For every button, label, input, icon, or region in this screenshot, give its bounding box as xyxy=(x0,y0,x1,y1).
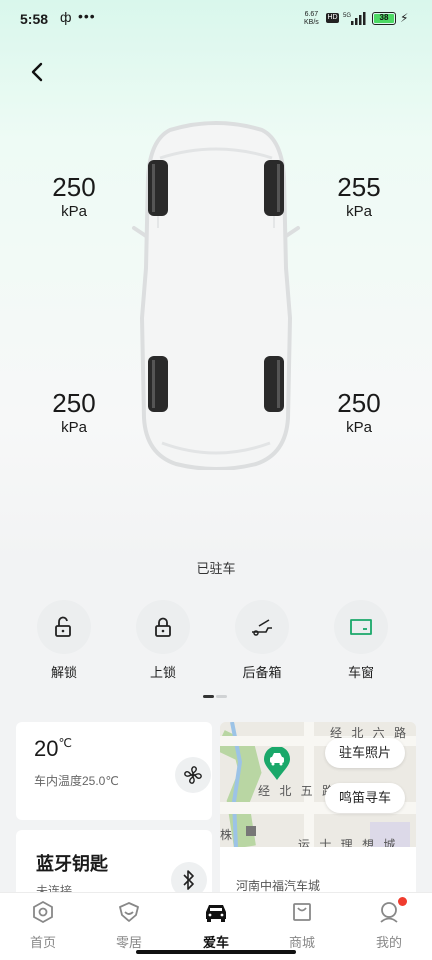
tab-profile[interactable]: 我的 xyxy=(354,899,424,951)
honk-find-car-button[interactable]: 鸣笛寻车 xyxy=(325,783,406,813)
trunk-button[interactable]: 后备箱 xyxy=(222,600,302,681)
wheel-front-right xyxy=(264,160,284,216)
bluetooth-key-card[interactable]: 蓝牙钥匙 未连接 xyxy=(16,830,212,900)
bluetooth-key-title: 蓝牙钥匙 xyxy=(36,854,108,874)
wheel-rear-left xyxy=(148,356,168,412)
fan-icon xyxy=(184,766,202,784)
set-temperature: 20℃ xyxy=(34,736,72,761)
signal-icon: 5G xyxy=(343,12,366,25)
tab-community[interactable]: 零居 xyxy=(94,899,164,951)
status-time: 5:58 xyxy=(20,11,49,27)
home-icon xyxy=(33,900,53,924)
more-notifications-icon: ••• xyxy=(78,8,96,24)
car-icon xyxy=(206,905,226,922)
app-notification-icon: ф xyxy=(60,9,72,25)
lock-button[interactable]: 上锁 xyxy=(123,600,203,681)
lock-icon xyxy=(155,617,171,637)
home-indicator xyxy=(136,950,296,954)
status-bar: 5:58 ф ••• 6.67 KB/s HD 5G 38 ⚡ xyxy=(0,0,432,38)
bluetooth-icon xyxy=(183,870,194,890)
network-speed: 6.67 KB/s xyxy=(304,11,319,26)
window-icon xyxy=(350,619,372,635)
tab-shop[interactable]: 商城 xyxy=(267,899,337,951)
notification-badge xyxy=(398,897,407,906)
battery-icon: 38 xyxy=(372,12,396,25)
quick-controls: 解锁 上锁 后备箱 车窗 xyxy=(0,600,432,680)
back-button[interactable] xyxy=(26,60,50,84)
inside-temperature: 车内温度25.0℃ xyxy=(34,774,119,788)
charging-icon: ⚡ xyxy=(400,11,409,25)
unlock-button[interactable]: 解锁 xyxy=(24,600,104,681)
poi-label: 株 xyxy=(220,828,236,842)
unlock-icon xyxy=(55,616,71,637)
tire-pressure-rear-left: 250 kPa xyxy=(52,388,96,436)
hd-icon: HD xyxy=(326,13,339,23)
fan-button[interactable] xyxy=(175,757,211,793)
tab-home[interactable]: 首页 xyxy=(8,899,78,951)
tire-pressure-front-right: 255 kPa xyxy=(337,172,381,220)
tire-pressure-front-left: 250 kPa xyxy=(52,172,96,220)
vehicle-status: 已驻车 xyxy=(196,561,236,576)
parking-photo-button[interactable]: 驻车照片 xyxy=(325,738,406,768)
wheel-rear-right xyxy=(264,356,284,412)
svg-text:5G: 5G xyxy=(343,13,351,19)
tire-pressure-rear-right: 250 kPa xyxy=(337,388,381,436)
window-button[interactable]: 车窗 xyxy=(321,600,401,681)
wheel-front-left xyxy=(148,160,168,216)
page-indicator xyxy=(203,695,227,698)
trunk-icon xyxy=(252,619,272,636)
car-topview-illustration xyxy=(132,121,300,470)
car-location-pin-icon xyxy=(264,747,290,780)
tab-my-car[interactable]: 爱车 xyxy=(181,899,251,951)
community-icon xyxy=(119,902,139,922)
climate-card[interactable]: 20℃ 车内温度25.0℃ xyxy=(16,722,212,820)
shop-icon xyxy=(293,903,311,921)
parking-map-card[interactable]: 经 北 六 路 经 北 五 路 运 士 理 想 城 株 驻车照片 鸣笛寻车 河南… xyxy=(220,722,416,900)
